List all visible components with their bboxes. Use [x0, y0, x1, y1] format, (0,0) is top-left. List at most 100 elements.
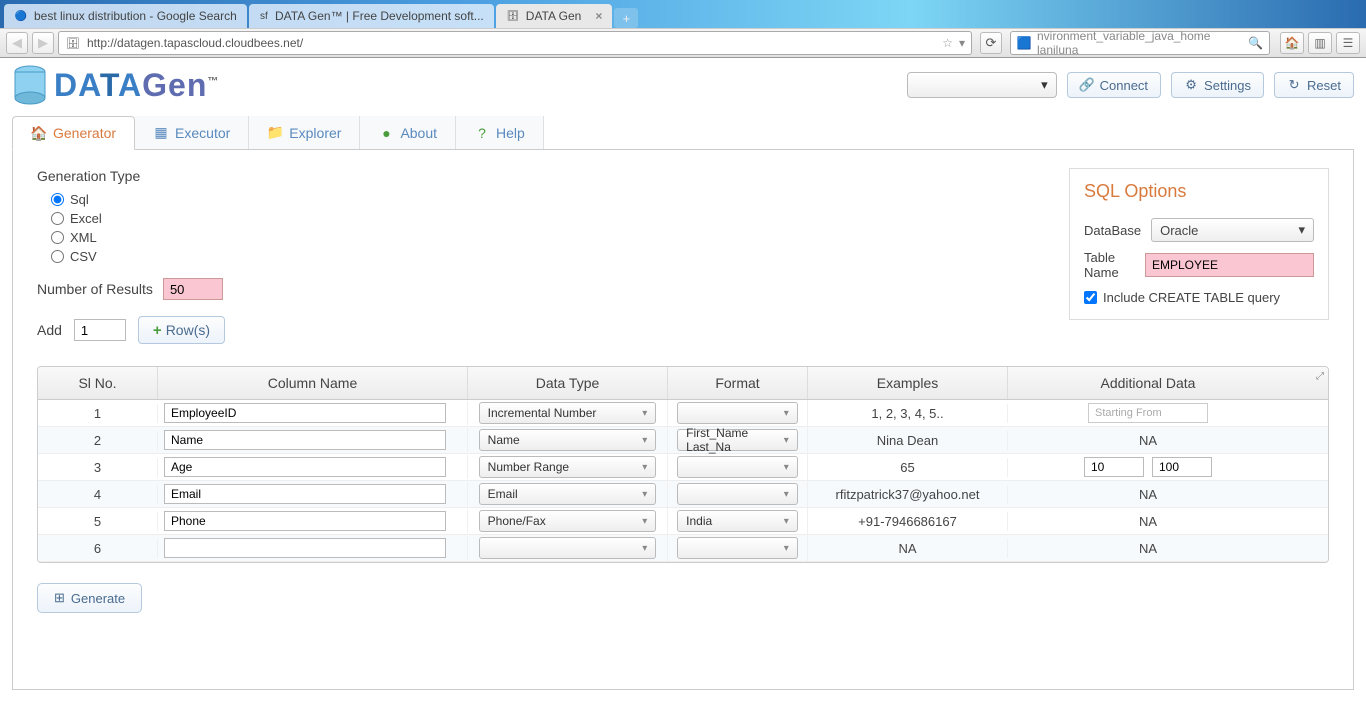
cell-colname [158, 509, 468, 533]
add-label: Add [37, 322, 62, 338]
tab-help[interactable]: ? Help [456, 116, 544, 149]
tab-generator[interactable]: 🏠 Generator [12, 116, 135, 150]
cell-additional: NA [1008, 485, 1288, 504]
reset-button[interactable]: ↻ Reset [1274, 72, 1354, 98]
browser-tab-0[interactable]: 🔵 best linux distribution - Google Searc… [4, 4, 247, 28]
table-row: 6▾▾NANA [38, 535, 1328, 562]
db-icon: 🗄 [506, 9, 520, 23]
datatype-select[interactable]: Name▾ [479, 429, 657, 451]
url-bar[interactable]: 🗄 http://datagen.tapascloud.cloudbees.ne… [58, 31, 972, 55]
refresh-icon: ↻ [1287, 78, 1301, 92]
gear-icon: ⚙ [1184, 78, 1198, 92]
column-name-input[interactable] [164, 538, 446, 558]
tab-label: best linux distribution - Google Search [34, 9, 237, 23]
add-rows-button[interactable]: + Row(s) [138, 316, 225, 344]
tab-explorer[interactable]: 📁 Explorer [249, 116, 360, 149]
starting-from-input[interactable]: Starting From [1088, 403, 1208, 423]
chevron-down-icon[interactable]: ▾ [959, 36, 965, 50]
grid-header: Sl No. Column Name Data Type Format Exam… [38, 367, 1328, 400]
nav-forward-button[interactable]: ▶ [32, 32, 54, 54]
column-name-input[interactable] [164, 457, 446, 477]
generate-label: Generate [71, 591, 125, 606]
table-row: 2Name▾First_Name Last_Na▾Nina DeanNA [38, 427, 1328, 454]
tab-close-icon[interactable]: × [595, 9, 602, 23]
connection-select[interactable]: ▾ [907, 72, 1057, 98]
browser-tab-1[interactable]: sf DATA Gen™ | Free Development soft... [249, 4, 494, 28]
num-results-input[interactable] [163, 278, 223, 300]
format-select[interactable]: First_Name Last_Na▾ [677, 429, 798, 451]
cell-dtype: Number Range▾ [468, 454, 668, 480]
include-create-checkbox[interactable] [1084, 291, 1097, 304]
datatype-select[interactable]: ▾ [479, 537, 657, 559]
datatype-select[interactable]: Number Range▾ [479, 456, 657, 478]
new-tab-button[interactable]: + [614, 8, 638, 28]
cell-example: NA [808, 539, 1008, 558]
datatype-select[interactable]: Phone/Fax▾ [479, 510, 657, 532]
col-header-additional: Additional Data [1008, 367, 1288, 399]
format-select[interactable]: ▾ [677, 456, 798, 478]
bookmarks-button[interactable]: ▥ [1308, 32, 1332, 54]
settings-button[interactable]: ⚙ Settings [1171, 72, 1264, 98]
google-icon: 🔵 [14, 9, 28, 23]
tab-label: DATA Gen [526, 9, 582, 23]
connect-button[interactable]: 🔗 Connect [1067, 72, 1161, 98]
nav-back-button[interactable]: ◀ [6, 32, 28, 54]
cell-format: First_Name Last_Na▾ [668, 427, 808, 453]
range-min-input[interactable] [1084, 457, 1144, 477]
format-select[interactable]: India▾ [677, 510, 798, 532]
range-max-input[interactable] [1152, 457, 1212, 477]
tab-about[interactable]: ● About [360, 116, 456, 149]
generate-button[interactable]: ⊞ Generate [37, 583, 142, 613]
browser-search-bar[interactable]: 🟦 nvironment_variable_java_home laniluna… [1010, 31, 1270, 55]
tablename-input[interactable] [1145, 253, 1314, 277]
grid-expand-icon[interactable]: ⤢ [1316, 371, 1324, 382]
site-icon: 🗄 [65, 35, 81, 51]
column-name-input[interactable] [164, 430, 446, 450]
cell-example: 65 [808, 458, 1008, 477]
tab-executor[interactable]: ▦ Executor [135, 116, 249, 149]
cell-sl: 2 [38, 431, 158, 450]
url-text: http://datagen.tapascloud.cloudbees.net/ [87, 36, 303, 50]
app-header: DATAGen™ ▾ 🔗 Connect ⚙ Settings ↻ Reset [12, 64, 1354, 106]
format-select[interactable]: ▾ [677, 537, 798, 559]
datatype-select[interactable]: Incremental Number▾ [479, 402, 657, 424]
cell-dtype: Phone/Fax▾ [468, 508, 668, 534]
tabstrip: 🏠 Generator ▦ Executor 📁 Explorer ● Abou… [12, 116, 1354, 150]
tab-label: Help [496, 125, 525, 141]
tab-label: Executor [175, 125, 230, 141]
chevron-down-icon: ▾ [1298, 222, 1305, 238]
home-button[interactable]: 🏠 [1280, 32, 1304, 54]
radio-xml[interactable] [51, 231, 64, 244]
num-results-label: Number of Results [37, 281, 153, 297]
tab-label: Generator [53, 125, 116, 141]
cell-additional: NA [1008, 512, 1288, 531]
include-create-label: Include CREATE TABLE query [1103, 290, 1280, 305]
column-name-input[interactable] [164, 511, 446, 531]
menu-button[interactable]: ☰ [1336, 32, 1360, 54]
search-icon[interactable]: 🔍 [1248, 36, 1263, 50]
cell-dtype: Email▾ [468, 481, 668, 507]
datatype-select[interactable]: Email▾ [479, 483, 657, 505]
sf-icon: sf [259, 9, 269, 23]
browser-tab-2[interactable]: 🗄 DATA Gen × [496, 4, 613, 28]
plus-icon: + [153, 322, 162, 339]
bookmark-icon[interactable]: ☆ [942, 36, 953, 50]
column-name-input[interactable] [164, 484, 446, 504]
reload-button[interactable]: ⟳ [980, 32, 1002, 54]
radio-csv[interactable] [51, 250, 64, 263]
column-name-input[interactable] [164, 403, 446, 423]
cell-example: +91-7946686167 [808, 512, 1008, 531]
home-icon: 🏠 [31, 125, 47, 141]
cell-example: rfitzpatrick37@yahoo.net [808, 485, 1008, 504]
radio-sql[interactable] [51, 193, 64, 206]
database-select[interactable]: Oracle ▾ [1151, 218, 1314, 242]
tab-label: DATA Gen™ | Free Development soft... [275, 9, 484, 23]
browser-toolbar: ◀ ▶ 🗄 http://datagen.tapascloud.cloudbee… [0, 28, 1366, 58]
format-select[interactable]: ▾ [677, 402, 798, 424]
radio-excel[interactable] [51, 212, 64, 225]
database-value: Oracle [1160, 223, 1198, 238]
add-rows-input[interactable] [74, 319, 126, 341]
settings-label: Settings [1204, 78, 1251, 93]
cell-sl: 3 [38, 458, 158, 477]
format-select[interactable]: ▾ [677, 483, 798, 505]
